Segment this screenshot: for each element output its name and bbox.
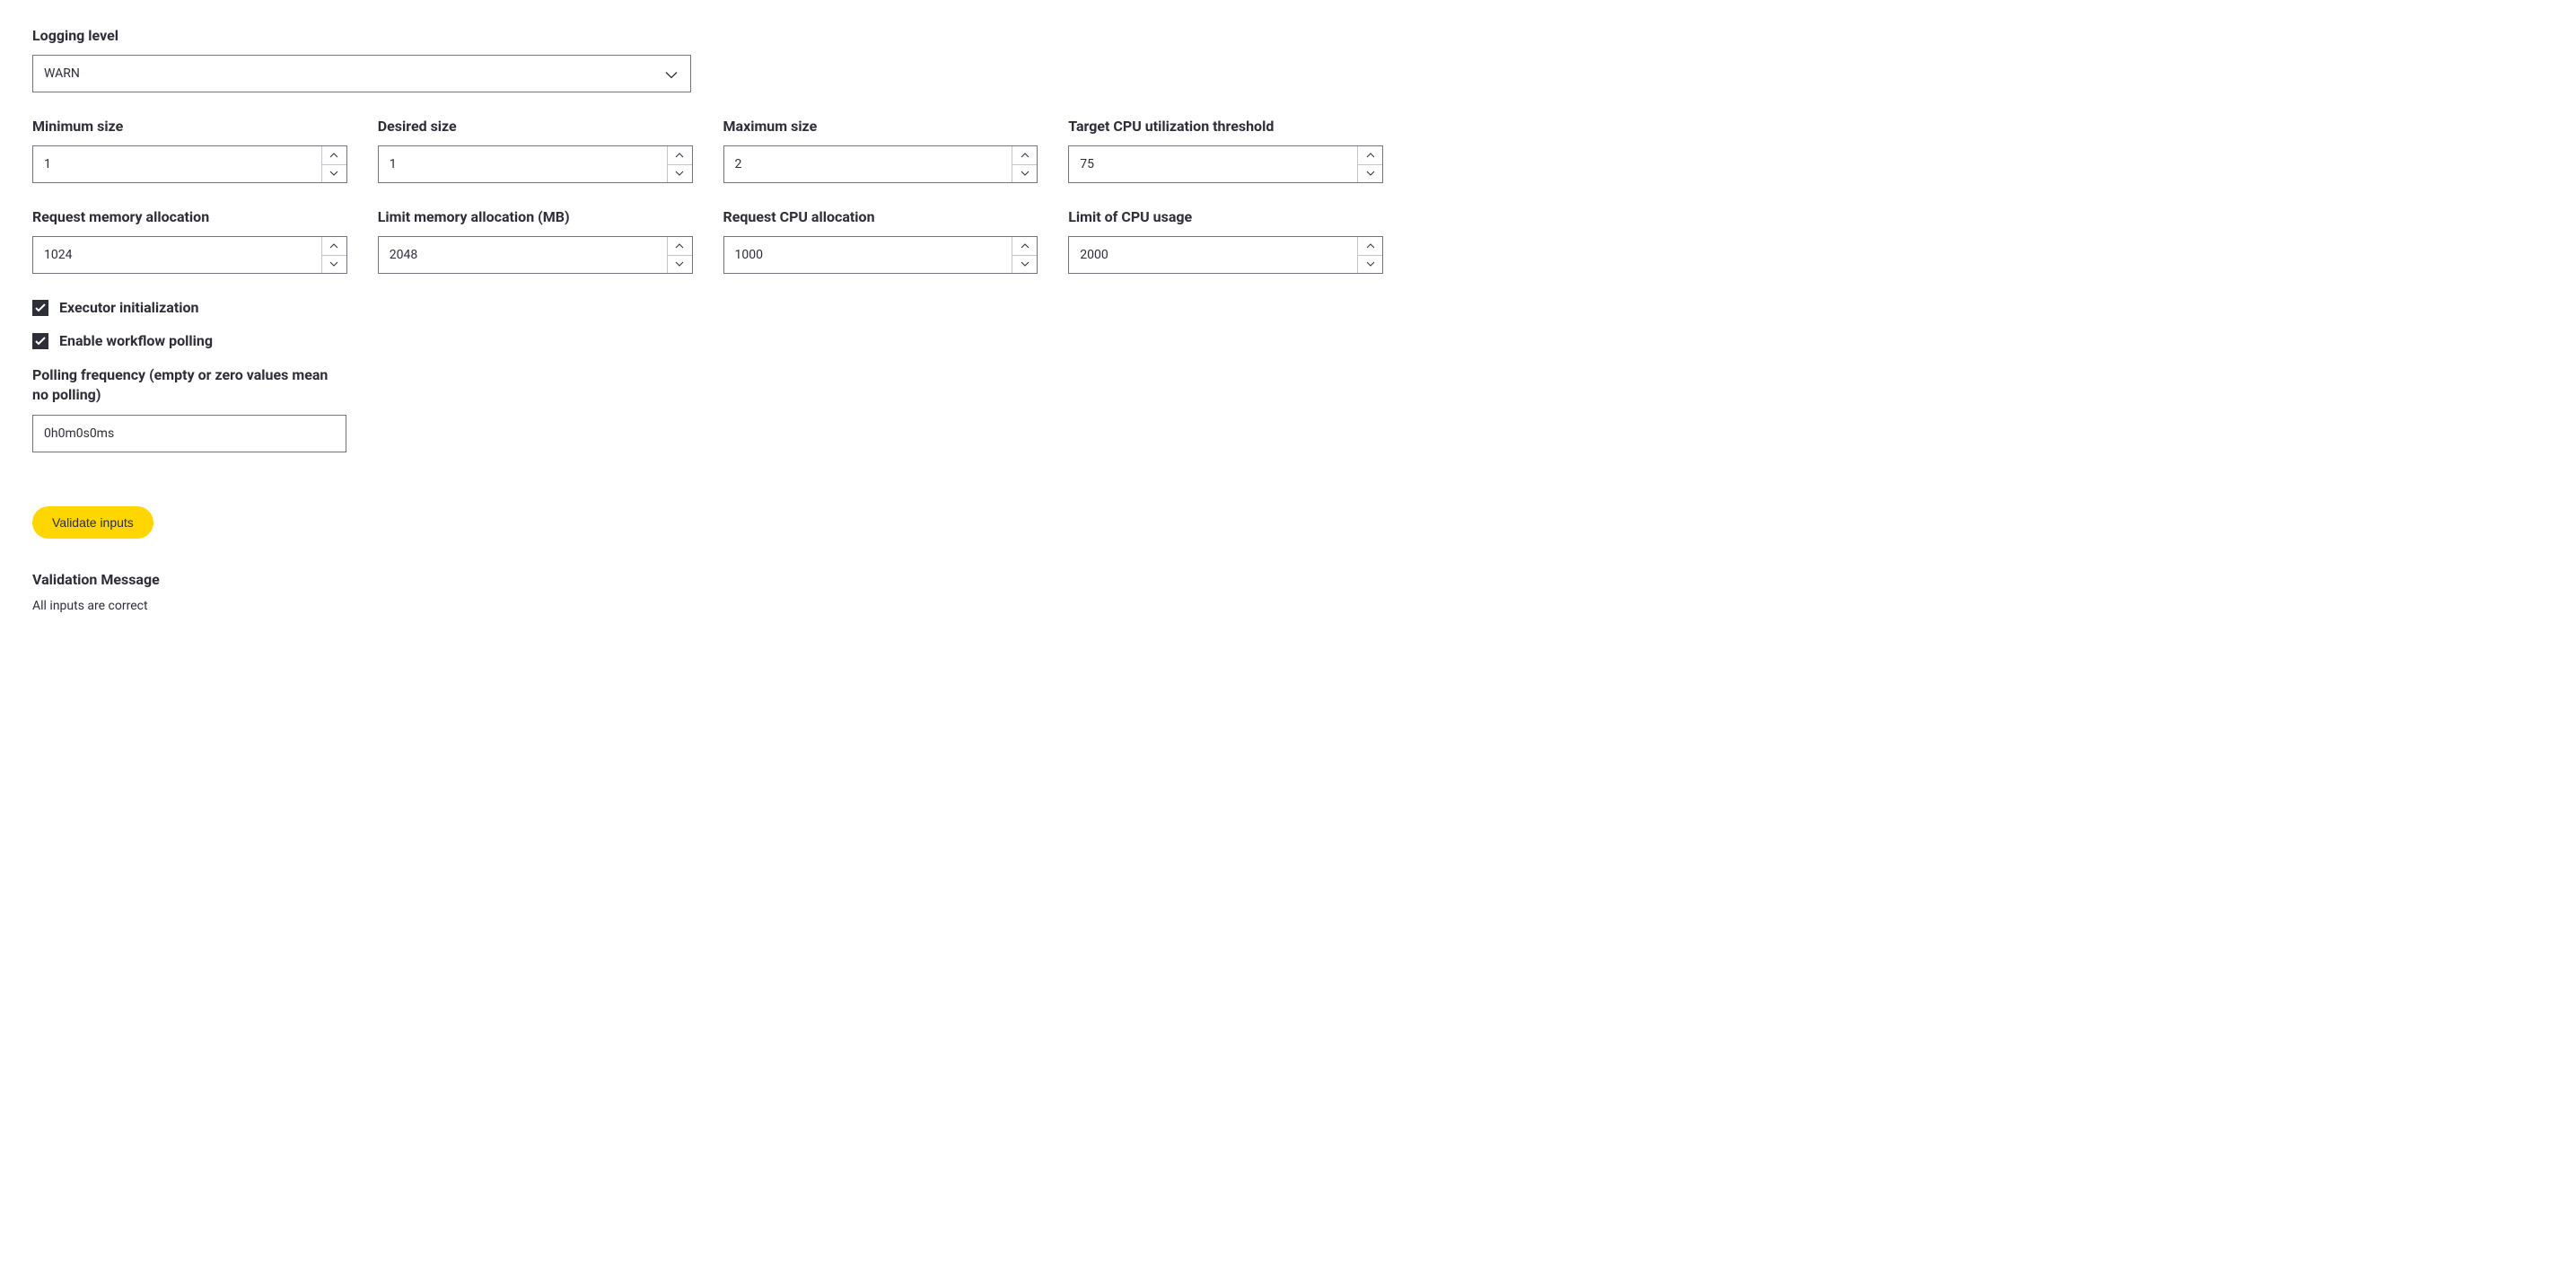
stepper-up-button[interactable] xyxy=(668,146,692,164)
stepper-down-button[interactable] xyxy=(1012,255,1037,274)
logging-level-value: WARN xyxy=(44,66,80,81)
cpu-threshold-stepper[interactable]: 75 xyxy=(1068,145,1383,183)
limit-memory-label: Limit memory allocation (MB) xyxy=(378,208,693,225)
stepper-down-button[interactable] xyxy=(668,164,692,183)
workflow-polling-checkbox[interactable] xyxy=(32,333,48,349)
validation-message-text: All inputs are correct xyxy=(32,599,2544,613)
stepper-down-button[interactable] xyxy=(322,255,346,274)
polling-frequency-input[interactable]: 0h0m0s0ms xyxy=(32,415,346,452)
stepper-down-button[interactable] xyxy=(668,255,692,274)
desired-size-label: Desired size xyxy=(378,118,693,135)
executor-init-checkbox[interactable] xyxy=(32,300,48,316)
stepper-up-button[interactable] xyxy=(1012,146,1037,164)
limit-memory-value: 2048 xyxy=(390,248,417,262)
executor-init-label: Executor initialization xyxy=(59,299,198,316)
stepper-down-button[interactable] xyxy=(1358,164,1382,183)
stepper-arrows xyxy=(667,237,692,273)
stepper-arrows xyxy=(1357,237,1382,273)
desired-size-value: 1 xyxy=(390,157,397,171)
chevron-down-icon xyxy=(665,66,678,83)
minimum-size-stepper[interactable]: 1 xyxy=(32,145,347,183)
logging-level-label: Logging level xyxy=(32,27,2544,44)
request-cpu-value: 1000 xyxy=(735,248,763,262)
polling-frequency-value: 0h0m0s0ms xyxy=(44,426,114,441)
stepper-up-button[interactable] xyxy=(1358,146,1382,164)
minimum-size-label: Minimum size xyxy=(32,118,347,135)
limit-cpu-label: Limit of CPU usage xyxy=(1068,208,1383,225)
desired-size-stepper[interactable]: 1 xyxy=(378,145,693,183)
stepper-up-button[interactable] xyxy=(1358,237,1382,255)
request-memory-stepper[interactable]: 1024 xyxy=(32,236,347,274)
maximum-size-stepper[interactable]: 2 xyxy=(723,145,1038,183)
cpu-threshold-value: 75 xyxy=(1080,157,1094,171)
logging-level-select[interactable]: WARN xyxy=(32,55,691,92)
limit-cpu-stepper[interactable]: 2000 xyxy=(1068,236,1383,274)
stepper-arrows xyxy=(321,146,346,182)
stepper-arrows xyxy=(667,146,692,182)
check-icon xyxy=(35,303,46,312)
check-icon xyxy=(35,337,46,346)
cpu-threshold-label: Target CPU utilization threshold xyxy=(1068,118,1383,135)
stepper-up-button[interactable] xyxy=(322,146,346,164)
validate-inputs-button[interactable]: Validate inputs xyxy=(32,506,153,539)
request-memory-label: Request memory allocation xyxy=(32,208,347,225)
stepper-down-button[interactable] xyxy=(1358,255,1382,274)
request-cpu-label: Request CPU allocation xyxy=(723,208,1038,225)
stepper-arrows xyxy=(1012,237,1037,273)
minimum-size-value: 1 xyxy=(44,157,51,171)
limit-memory-stepper[interactable]: 2048 xyxy=(378,236,693,274)
stepper-up-button[interactable] xyxy=(322,237,346,255)
polling-frequency-label: Polling frequency (empty or zero values … xyxy=(32,365,337,404)
stepper-up-button[interactable] xyxy=(1012,237,1037,255)
request-memory-value: 1024 xyxy=(44,248,72,262)
stepper-arrows xyxy=(1012,146,1037,182)
stepper-arrows xyxy=(321,237,346,273)
limit-cpu-value: 2000 xyxy=(1080,248,1108,262)
stepper-down-button[interactable] xyxy=(1012,164,1037,183)
maximum-size-label: Maximum size xyxy=(723,118,1038,135)
validation-message-heading: Validation Message xyxy=(32,571,2544,588)
stepper-up-button[interactable] xyxy=(668,237,692,255)
maximum-size-value: 2 xyxy=(735,157,742,171)
stepper-arrows xyxy=(1357,146,1382,182)
request-cpu-stepper[interactable]: 1000 xyxy=(723,236,1038,274)
stepper-down-button[interactable] xyxy=(322,164,346,183)
workflow-polling-label: Enable workflow polling xyxy=(59,332,213,349)
